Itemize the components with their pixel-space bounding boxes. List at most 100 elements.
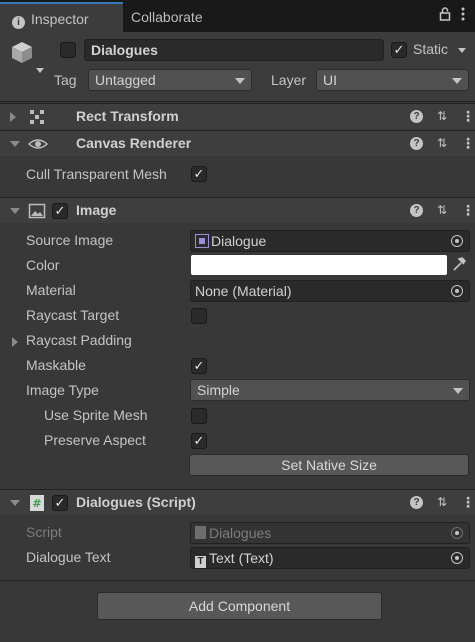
rect-transform-icon <box>28 108 46 126</box>
help-icon[interactable]: ? <box>410 495 423 509</box>
name-field[interactable]: Dialogues <box>84 39 384 61</box>
tab-inspector[interactable]: i Inspector <box>0 2 123 32</box>
component-tools: ? ⇅ ⋮ <box>410 495 475 509</box>
kebab-menu-icon[interactable] <box>461 6 465 26</box>
foldout-arrow-icon[interactable] <box>10 141 20 147</box>
use-sprite-mesh-label: Use Sprite Mesh <box>44 407 148 423</box>
object-picker-icon[interactable] <box>451 285 463 297</box>
object-picker-icon[interactable] <box>451 552 463 564</box>
lock-icon[interactable] <box>439 6 451 26</box>
maskable-checkbox[interactable]: ✓ <box>191 358 207 374</box>
image-header[interactable]: ✓ Image ? ⇅ ⋮ <box>0 197 475 223</box>
eyedropper-icon[interactable] <box>452 256 467 275</box>
image-icon <box>28 202 46 220</box>
set-native-size-button[interactable]: Set Native Size <box>189 454 469 476</box>
image-type-value: Simple <box>197 382 240 398</box>
static-checkbox[interactable]: ✓ <box>391 42 407 58</box>
script-value: Dialogues <box>209 525 272 541</box>
component-tools: ? ⇅ ⋮ <box>410 136 475 150</box>
image-title: Image <box>76 202 117 218</box>
gameobject-header: Dialogues ✓ Static Tag Untagged Layer UI <box>0 32 475 102</box>
object-picker-icon <box>451 527 463 539</box>
name-value: Dialogues <box>91 42 158 58</box>
canvas-renderer-header[interactable]: Canvas Renderer ? ⇅ ⋮ <box>0 130 475 156</box>
kebab-menu-icon[interactable]: ⋮ <box>461 495 475 509</box>
set-native-size-label: Set Native Size <box>281 457 377 473</box>
preserve-aspect-checkbox[interactable]: ✓ <box>191 433 207 449</box>
text-component-icon: T <box>195 556 206 568</box>
chevron-down-icon <box>235 78 245 84</box>
raycast-padding-label[interactable]: Raycast Padding <box>26 332 132 348</box>
foldout-arrow-icon[interactable] <box>10 500 20 506</box>
chevron-down-icon <box>452 78 462 84</box>
sprite-icon <box>195 234 209 248</box>
source-image-label: Source Image <box>26 232 114 248</box>
kebab-menu-icon[interactable]: ⋮ <box>461 136 475 150</box>
tag-dropdown[interactable]: Untagged <box>88 69 252 91</box>
source-image-value: Dialogue <box>211 233 267 249</box>
image-type-label: Image Type <box>26 382 99 398</box>
script-file-icon <box>195 526 206 539</box>
script-component-header[interactable]: # ✓ Dialogues (Script) ? ⇅ ⋮ <box>0 489 475 515</box>
color-field[interactable] <box>191 255 447 275</box>
layer-dropdown[interactable]: UI <box>316 69 469 91</box>
presets-icon[interactable]: ⇅ <box>435 203 449 217</box>
source-image-field[interactable]: Dialogue <box>190 230 470 252</box>
foldout-arrow-icon[interactable] <box>10 208 20 214</box>
help-icon[interactable]: ? <box>410 203 423 217</box>
tab-collaborate-label: Collaborate <box>131 9 203 25</box>
kebab-menu-icon[interactable]: ⋮ <box>461 203 475 217</box>
layer-value: UI <box>323 72 337 88</box>
tab-bar: i Inspector Collaborate <box>0 0 475 32</box>
cull-transparent-mesh-checkbox[interactable]: ✓ <box>191 166 207 182</box>
script-component-title: Dialogues (Script) <box>76 494 196 510</box>
divider <box>0 580 475 581</box>
tab-tools <box>439 6 465 26</box>
add-component-label: Add Component <box>188 598 291 614</box>
presets-icon[interactable]: ⇅ <box>435 109 449 123</box>
static-label: Static <box>413 41 449 57</box>
info-icon: i <box>12 16 25 29</box>
image-type-dropdown[interactable]: Simple <box>190 379 470 401</box>
tag-label: Tag <box>54 72 77 88</box>
add-component-button[interactable]: Add Component <box>97 592 382 620</box>
csharp-script-icon: # <box>28 494 46 512</box>
svg-text:#: # <box>32 497 41 510</box>
layer-label: Layer <box>271 72 307 88</box>
use-sprite-mesh-checkbox[interactable] <box>191 408 207 424</box>
script-label: Script <box>26 524 62 540</box>
dialogue-text-label: Dialogue Text <box>26 549 111 565</box>
cull-transparent-mesh-label: Cull Transparent Mesh <box>26 166 167 182</box>
color-label: Color <box>26 257 60 273</box>
material-value: None (Material) <box>195 283 292 299</box>
static-dropdown-arrow-icon[interactable] <box>458 48 466 53</box>
help-icon[interactable]: ? <box>410 109 423 123</box>
tab-inspector-label: Inspector <box>31 11 89 27</box>
rect-transform-header[interactable]: Rect Transform ? ⇅ ⋮ <box>0 103 475 129</box>
tag-value: Untagged <box>95 72 156 88</box>
component-tools: ? ⇅ ⋮ <box>410 109 475 123</box>
object-picker-icon[interactable] <box>451 235 463 247</box>
rect-transform-title: Rect Transform <box>76 108 179 124</box>
dialogue-text-value: Text (Text) <box>209 550 274 566</box>
image-enabled-checkbox[interactable]: ✓ <box>52 203 68 219</box>
presets-icon[interactable]: ⇅ <box>435 495 449 509</box>
help-icon[interactable]: ? <box>410 136 423 150</box>
material-field[interactable]: None (Material) <box>190 280 470 302</box>
raycast-target-checkbox[interactable] <box>191 308 207 324</box>
chevron-down-icon <box>453 388 463 394</box>
kebab-menu-icon[interactable]: ⋮ <box>461 109 475 123</box>
presets-icon[interactable]: ⇅ <box>435 136 449 150</box>
script-enabled-checkbox[interactable]: ✓ <box>52 495 68 511</box>
foldout-arrow-icon[interactable] <box>10 112 16 122</box>
foldout-arrow-icon[interactable] <box>12 337 18 347</box>
component-tools: ? ⇅ ⋮ <box>410 203 475 217</box>
raycast-target-label: Raycast Target <box>26 307 120 323</box>
active-checkbox[interactable] <box>60 42 76 58</box>
canvas-renderer-title: Canvas Renderer <box>76 135 192 151</box>
preserve-aspect-label: Preserve Aspect <box>44 432 146 448</box>
material-label: Material <box>26 282 76 298</box>
dialogue-text-field[interactable]: T Text (Text) <box>190 547 470 569</box>
gameobject-icon[interactable] <box>10 38 44 78</box>
tab-collaborate[interactable]: Collaborate <box>123 2 273 32</box>
